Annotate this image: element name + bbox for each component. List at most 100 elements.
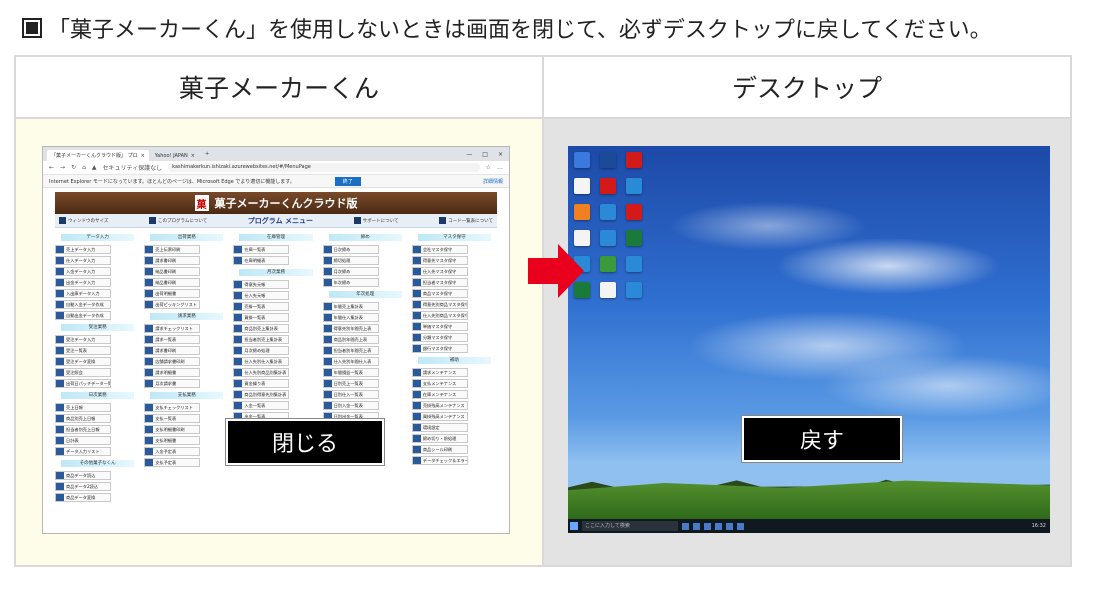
menu-item[interactable]: 単価マスタ保守 [411, 322, 468, 331]
edge-icon[interactable] [693, 522, 700, 530]
nav-code-list[interactable]: コード一覧表について [439, 217, 493, 224]
menu-item[interactable]: 納品書印刷 [144, 278, 201, 287]
nav-support[interactable]: サポートについて [353, 217, 399, 224]
menu-item[interactable]: 商品別年間売上表 [322, 335, 379, 344]
menu-item[interactable]: 出荷ピッキングリスト [144, 300, 201, 309]
menu-item[interactable]: 資金繰り表 [233, 379, 290, 388]
menu-item[interactable]: 担当者別売上日報 [55, 425, 111, 434]
taskbar-search-input[interactable]: ここに入力して検索 [582, 521, 678, 531]
menu-item[interactable]: 支払予定表 [144, 458, 201, 467]
new-tab-icon[interactable]: + [201, 151, 213, 157]
menu-item[interactable]: 担当者マスタ保守 [411, 278, 468, 287]
desktop-shortcut-icon[interactable] [600, 282, 616, 298]
menu-item[interactable]: 年間損益一覧表 [322, 368, 379, 377]
home-icon[interactable]: ⌂ [82, 164, 86, 171]
menu-item[interactable]: 受注一覧表 [55, 346, 111, 355]
menu-item[interactable]: 年次締め [322, 278, 379, 287]
menu-item[interactable]: 出荷日パッチデータ一覧 [55, 379, 111, 388]
desktop-shortcut-icon[interactable] [600, 256, 616, 272]
menu-item[interactable]: 日次締め [322, 245, 379, 254]
menu-item[interactable]: 請求メンテナンス [411, 368, 468, 377]
menu-item[interactable]: 日別仕入一覧表 [322, 390, 379, 399]
menu-item[interactable]: 締め切り・前処理 [411, 434, 468, 443]
menu-item[interactable]: 売上データ入力 [55, 245, 111, 254]
menu-item[interactable]: 支払チェックリスト [144, 403, 201, 412]
minimize-icon[interactable]: — [466, 151, 472, 158]
menu-item[interactable]: 買掛一覧表 [233, 313, 290, 322]
explorer-icon[interactable] [704, 522, 711, 530]
refresh-icon[interactable]: ↻ [71, 164, 76, 171]
app-icon[interactable] [737, 522, 744, 530]
menu-item[interactable]: 店舗請求書印刷 [144, 357, 201, 366]
desktop-shortcut-icon[interactable] [600, 230, 616, 246]
desktop-shortcut-icon[interactable] [600, 178, 616, 194]
menu-item[interactable]: 入出庫データ入力 [55, 289, 111, 298]
menu-item[interactable]: 締切処理 [322, 256, 379, 265]
menu-item[interactable]: 月次締め [322, 267, 379, 276]
menu-item[interactable]: 商品別売上日報 [55, 414, 111, 423]
menu-item[interactable]: 商品データ2読込 [55, 482, 111, 491]
menu-item[interactable]: 銀行マスタ保守 [411, 344, 468, 353]
tab-app[interactable]: 「菓子メーカーくんクラウド版」 プロ × [47, 150, 149, 161]
menu-item[interactable]: 日別売上一覧表 [322, 379, 379, 388]
mail-icon[interactable] [726, 522, 733, 530]
menu-item[interactable]: 買掛残高メンテナンス [411, 412, 468, 421]
menu-item[interactable]: 入金一覧表 [233, 401, 290, 410]
desktop-shortcut-icon[interactable] [626, 178, 642, 194]
nav-about[interactable]: このプログラムについて [148, 217, 207, 224]
menu-item[interactable]: 月次締め処理 [233, 346, 290, 355]
menu-item[interactable]: 仕入先別仕入集計表 [233, 357, 290, 366]
menu-item[interactable]: 在庫メンテナンス [411, 390, 468, 399]
menu-item[interactable]: 請求書印刷 [144, 256, 201, 265]
menu-item[interactable]: 納品書印刷 [144, 267, 201, 276]
menu-item[interactable]: 環境設定 [411, 423, 468, 432]
menu-item[interactable]: 商品シール印刷 [411, 445, 468, 454]
desktop-shortcut-icon[interactable] [574, 204, 590, 220]
menu-item[interactable]: 入金データ入力 [55, 267, 111, 276]
ie-details-link[interactable]: 詳細情報 [483, 178, 503, 185]
menu-item[interactable]: 商品別得意先別集計表 [233, 390, 290, 399]
desktop-shortcut-icon[interactable] [626, 256, 642, 272]
menu-item[interactable]: 月次請求書 [144, 379, 201, 388]
maximize-icon[interactable]: □ [482, 151, 488, 158]
menu-item[interactable]: 日別入金一覧表 [322, 401, 379, 410]
menu-item[interactable]: 自動入金データ作成 [55, 300, 111, 309]
menu-item[interactable]: 在庫明細表 [233, 256, 290, 265]
desktop-shortcut-icon[interactable] [574, 178, 590, 194]
forward-icon[interactable]: → [60, 164, 65, 171]
menu-item[interactable]: 分類マスタ保守 [411, 333, 468, 342]
menu-item[interactable]: 売掛残高メンテナンス [411, 401, 468, 410]
menu-item[interactable]: 売掛一覧表 [233, 302, 290, 311]
menu-item[interactable]: 商品データ変換 [55, 493, 111, 502]
menu-item[interactable]: 得意先別年間売上表 [322, 324, 379, 333]
back-icon[interactable]: ← [49, 164, 54, 171]
menu-item[interactable]: 請求明細書 [144, 368, 201, 377]
menu-item[interactable]: 受注照会 [55, 368, 111, 377]
menu-item[interactable]: 支払一覧表 [144, 414, 201, 423]
tab-yahoo[interactable]: Yahoo! JAPAN × [150, 150, 199, 161]
menu-item[interactable]: 得意先マスタ保守 [411, 256, 468, 265]
menu-item[interactable]: 得意先元帳 [233, 280, 290, 289]
menu-item[interactable]: 仕入データ入力 [55, 256, 111, 265]
menu-item[interactable]: 受注データ入力 [55, 335, 111, 344]
menu-item[interactable]: 出金データ入力 [55, 278, 111, 287]
menu-item[interactable]: 売上日報 [55, 403, 111, 412]
menu-item[interactable]: データチェック＆エラー処理 [411, 456, 468, 465]
menu-item[interactable]: 仕入先別商品別集計表 [233, 368, 290, 377]
desktop-shortcut-icon[interactable] [600, 152, 616, 168]
menu-item[interactable]: 支払明細書 [144, 436, 201, 445]
store-icon[interactable] [715, 522, 722, 530]
windows-start-icon[interactable] [570, 522, 578, 530]
desktop-shortcut-icon[interactable] [574, 152, 590, 168]
menu-item[interactable]: 請求チェックリスト [144, 324, 201, 333]
menu-item[interactable]: 日計表 [55, 436, 111, 445]
menu-item[interactable]: 年間売上集計表 [322, 302, 379, 311]
menu-item[interactable]: 仕入先別商品マスタ保守 [411, 311, 468, 320]
menu-item[interactable]: 売上伝票印刷 [144, 245, 201, 254]
settings-icon[interactable]: … [497, 164, 503, 171]
menu-item[interactable]: 仕入先元帳 [233, 291, 290, 300]
nav-window-size[interactable]: ウィンドウのサイズ [59, 217, 108, 224]
favorites-icon[interactable]: ☆ [486, 164, 491, 171]
desktop-shortcut-icon[interactable] [626, 204, 642, 220]
menu-item[interactable]: 得意先別商品マスタ保守 [411, 300, 468, 309]
